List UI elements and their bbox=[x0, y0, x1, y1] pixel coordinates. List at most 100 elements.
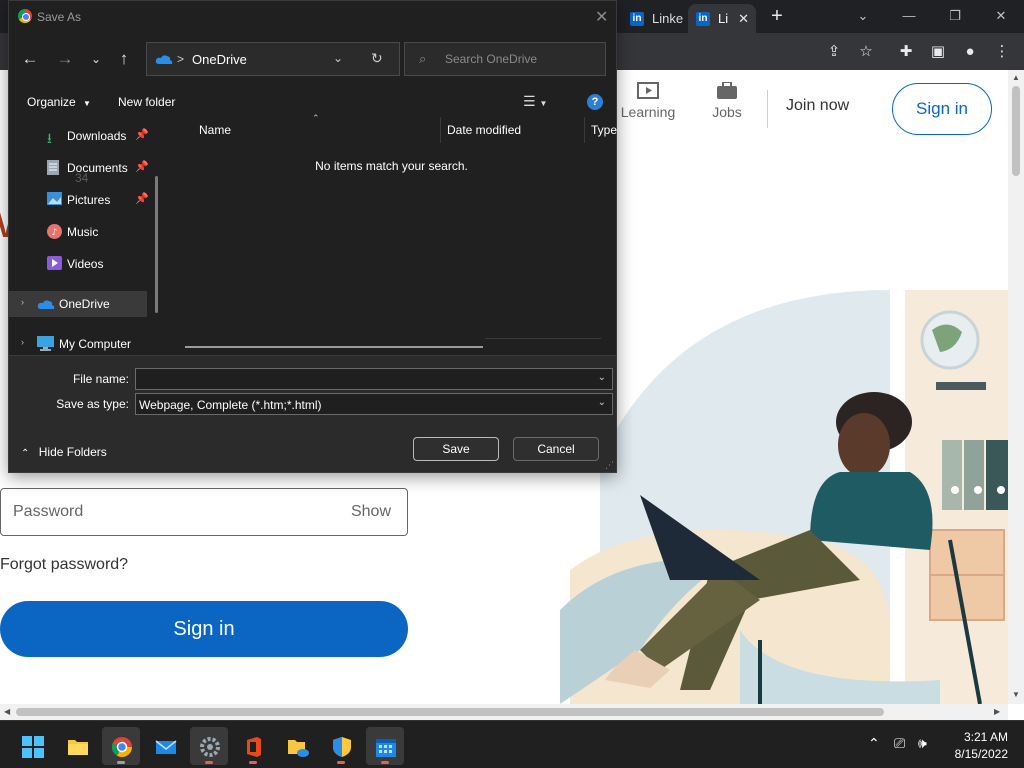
close-window-button[interactable]: ✕ bbox=[981, 4, 1021, 28]
videos-icon bbox=[47, 256, 63, 272]
tree-item-videos[interactable]: Videos bbox=[9, 251, 159, 277]
start-button[interactable] bbox=[13, 727, 51, 765]
join-now-link[interactable]: Join now bbox=[786, 97, 870, 115]
nav-learning[interactable]: Learning bbox=[620, 82, 676, 120]
calendar-taskbar-button[interactable] bbox=[366, 727, 404, 765]
cancel-button[interactable]: Cancel bbox=[513, 437, 599, 461]
running-indicator bbox=[381, 761, 389, 764]
profile-icon[interactable]: ● bbox=[961, 43, 979, 61]
search-icon: ⌕ bbox=[419, 51, 427, 66]
show-password-button[interactable]: Show bbox=[351, 503, 391, 521]
hide-folders-label: Hide Folders bbox=[38, 445, 107, 459]
new-tab-button[interactable]: + bbox=[767, 6, 787, 26]
vertical-scroll-thumb[interactable] bbox=[1012, 86, 1020, 176]
sign-in-button[interactable]: Sign in bbox=[0, 601, 408, 657]
chrome-taskbar-button[interactable] bbox=[102, 727, 140, 765]
column-type[interactable]: Type bbox=[591, 123, 617, 137]
office-taskbar-button[interactable] bbox=[234, 727, 272, 765]
breadcrumb-onedrive[interactable]: OneDrive bbox=[192, 52, 247, 67]
onedrive-cloud-icon bbox=[155, 55, 173, 64]
restore-button[interactable]: ❐ bbox=[935, 4, 975, 28]
scroll-right-icon[interactable]: ▶ bbox=[994, 707, 1000, 716]
help-icon[interactable]: ? bbox=[587, 94, 603, 110]
column-name[interactable]: Name bbox=[199, 123, 231, 137]
pictures-icon bbox=[47, 192, 63, 208]
hide-folders-toggle[interactable]: ⌃ Hide Folders bbox=[21, 445, 107, 459]
hero-illustration bbox=[560, 290, 1008, 704]
expand-chevron-icon[interactable]: › bbox=[21, 337, 24, 347]
learning-icon bbox=[637, 82, 659, 99]
computer-icon bbox=[37, 336, 54, 352]
menu-kebab-icon[interactable]: ⋮ bbox=[993, 43, 1011, 61]
vertical-scrollbar[interactable]: ▲ ▼ bbox=[1008, 70, 1024, 704]
list-divider bbox=[485, 338, 601, 339]
bookmark-star-icon[interactable]: ☆ bbox=[857, 43, 875, 61]
save-button[interactable]: Save bbox=[413, 437, 499, 461]
column-date-modified[interactable]: Date modified bbox=[447, 123, 521, 137]
organize-menu[interactable]: Organize ▼ bbox=[27, 95, 91, 109]
forgot-password-link[interactable]: Forgot password? bbox=[0, 556, 128, 574]
file-name-chevron-icon[interactable]: ⌄ bbox=[598, 372, 606, 383]
save-as-type-select[interactable]: Webpage, Complete (*.htm;*.html) ⌄ bbox=[135, 393, 613, 415]
scroll-left-icon[interactable]: ◀ bbox=[4, 707, 10, 716]
dialog-title: Save As bbox=[37, 10, 82, 24]
save-as-dialog: Save As ✕ ← → ⌄ ↑ > OneDrive ⌄ ↻ ⌕ Searc… bbox=[8, 0, 617, 473]
tree-scrollbar[interactable] bbox=[155, 176, 158, 313]
tree-item-downloads[interactable]: ⭳ Downloads 📌 bbox=[9, 123, 159, 149]
up-folder-button[interactable]: ↑ bbox=[113, 48, 135, 70]
new-folder-button[interactable]: New folder bbox=[118, 95, 175, 109]
tab-close-icon[interactable]: ✕ bbox=[738, 11, 749, 27]
resize-grip-icon[interactable]: ⋰ bbox=[605, 460, 614, 471]
download-icon: ⭳ bbox=[47, 130, 52, 146]
network-icon[interactable]: ⎚ bbox=[894, 735, 905, 752]
dialog-titlebar[interactable]: Save As ✕ bbox=[9, 1, 616, 33]
running-indicator bbox=[205, 761, 213, 764]
tab-linkedin-1[interactable]: in Linke bbox=[622, 4, 688, 33]
save-as-type-chevron-icon[interactable]: ⌄ bbox=[598, 397, 606, 408]
gear-icon bbox=[200, 737, 220, 757]
refresh-icon[interactable]: ↻ bbox=[371, 50, 383, 67]
minimize-button[interactable]: — bbox=[889, 4, 929, 28]
back-button[interactable]: ← bbox=[19, 48, 41, 70]
side-panel-icon[interactable]: ▣ bbox=[929, 43, 947, 61]
file-list-scrollbar[interactable] bbox=[185, 346, 483, 348]
clock-time[interactable]: 3:21 AM bbox=[960, 730, 1008, 744]
recent-locations-chevron-icon[interactable]: ⌄ bbox=[85, 48, 107, 70]
office-icon bbox=[247, 737, 261, 757]
tree-item-music[interactable]: ♪ Music bbox=[9, 219, 159, 245]
file-manager-taskbar-button[interactable] bbox=[278, 727, 316, 765]
horizontal-scroll-thumb[interactable] bbox=[16, 708, 884, 716]
view-options-icon[interactable]: ☰ ▼ bbox=[523, 93, 547, 110]
password-field[interactable]: Password Show bbox=[0, 488, 408, 536]
tree-item-my-computer[interactable]: › My Computer bbox=[9, 331, 159, 357]
expand-chevron-icon[interactable]: › bbox=[21, 297, 24, 307]
sign-in-nav-button[interactable]: Sign in bbox=[892, 83, 992, 135]
tab-search-icon[interactable]: ⌄ bbox=[843, 4, 883, 28]
tree-item-label: Music bbox=[67, 225, 99, 239]
tree-item-onedrive[interactable]: › OneDrive bbox=[9, 291, 147, 317]
settings-taskbar-button[interactable] bbox=[190, 727, 228, 765]
column-separator[interactable] bbox=[584, 117, 585, 143]
linkedin-icon: in bbox=[696, 11, 710, 26]
scroll-down-icon[interactable]: ▼ bbox=[1012, 690, 1020, 699]
share-icon[interactable]: ⇪ bbox=[825, 43, 843, 61]
search-box[interactable]: ⌕ Search OneDrive bbox=[404, 42, 606, 76]
tree-item-pictures[interactable]: Pictures 📌 bbox=[9, 187, 159, 213]
column-separator[interactable] bbox=[440, 117, 441, 143]
address-bar[interactable]: > OneDrive ⌄ ↻ bbox=[146, 42, 400, 76]
file-name-input[interactable]: ⌄ bbox=[135, 368, 613, 390]
volume-icon[interactable]: 🕪 bbox=[918, 735, 927, 752]
tab-linkedin-2[interactable]: in Li ✕ bbox=[688, 4, 756, 33]
horizontal-scrollbar[interactable]: ◀ ▶ bbox=[0, 704, 1008, 720]
security-taskbar-button[interactable] bbox=[322, 727, 360, 765]
clock-date[interactable]: 8/15/2022 bbox=[945, 747, 1008, 761]
forward-button[interactable]: → bbox=[54, 48, 76, 70]
dialog-close-button[interactable]: ✕ bbox=[595, 7, 608, 27]
mail-taskbar-button[interactable] bbox=[146, 727, 184, 765]
nav-jobs[interactable]: Jobs bbox=[707, 82, 747, 120]
show-hidden-icons-chevron-icon[interactable]: ⌃ bbox=[868, 735, 880, 752]
file-explorer-taskbar-button[interactable] bbox=[58, 727, 96, 765]
address-dropdown-chevron-icon[interactable]: ⌄ bbox=[333, 51, 343, 65]
scroll-up-icon[interactable]: ▲ bbox=[1012, 73, 1020, 82]
extensions-icon[interactable]: ✚ bbox=[897, 43, 915, 61]
